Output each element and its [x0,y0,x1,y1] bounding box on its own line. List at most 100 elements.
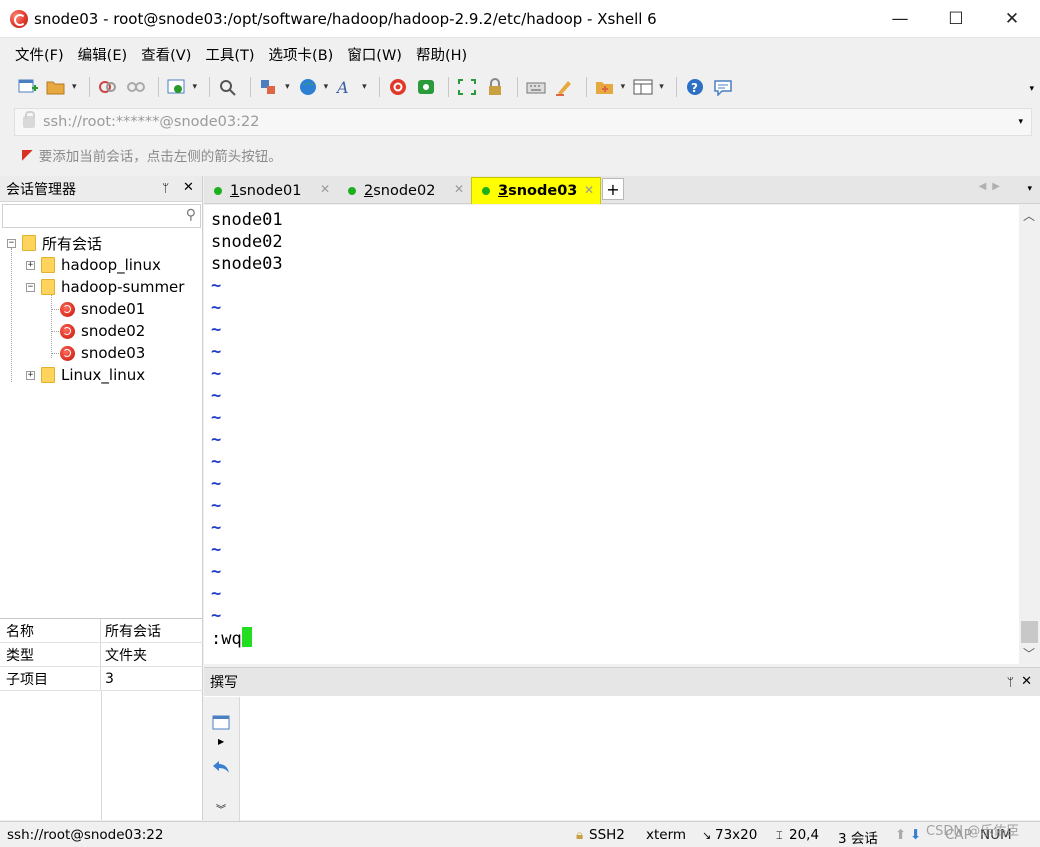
layout-dropdown-icon[interactable]: ▾ [659,82,664,92]
font-dropdown-icon[interactable]: ▾ [362,82,367,92]
more-options-icon[interactable]: ︾ [216,801,226,816]
new-session-icon[interactable] [16,75,40,99]
add-session-arrow-icon[interactable]: ◤ [22,147,33,163]
download-arrow-icon: ⬇ [910,827,922,843]
session-search-input[interactable]: ⚲ [2,204,201,228]
tab-snode02[interactable]: 2 snode02 ✕ [338,177,470,204]
table-row: 子项目 3 [0,667,203,691]
tab-label: snode03 [508,183,578,199]
open-folder-icon[interactable] [44,75,68,99]
properties-icon[interactable] [165,75,189,99]
session-manager-header: 会话管理器 ᛘ ✕ [0,176,202,202]
transfer-dropdown-icon[interactable]: ▾ [285,82,290,92]
table-row: 类型 文件夹 [0,643,203,667]
reconnect-icon[interactable] [96,75,120,99]
toolbar-separator [516,77,518,97]
tab-snode01[interactable]: 1 snode01 ✕ [204,177,336,204]
tab-list-dropdown-icon[interactable]: ▾ [1027,184,1032,194]
address-input[interactable]: ssh://root:******@snode03:22 [43,114,259,130]
status-bar: ssh://root@snode03:22 🔒︎ SSH2 xterm ↘ 73… [0,821,1040,847]
disconnect-icon[interactable] [124,75,148,99]
globe-icon[interactable] [296,75,320,99]
close-icon[interactable]: ✕ [183,180,194,195]
pin-icon[interactable]: ᛘ [1007,675,1014,689]
folder-icon [41,257,55,273]
tree-item-snode01[interactable]: snode01 [0,298,203,320]
menu-edit[interactable]: 编辑(E) [71,44,134,65]
menu-tools[interactable]: 工具(T) [198,44,261,65]
tree-item-hadoop-linux[interactable]: + hadoop_linux [0,254,203,276]
toolbar-overflow-icon[interactable]: ▾ [1029,84,1034,94]
layout-icon[interactable] [631,75,655,99]
toolbar-separator [88,77,90,97]
svg-text:?: ? [691,81,698,95]
tree-item-snode03[interactable]: snode03 [0,342,203,364]
new-folder-dropdown-icon[interactable]: ▾ [621,82,626,92]
vim-empty-line-tilde: ~ [211,474,222,494]
scroll-up-icon[interactable]: ︿ [1023,207,1035,224]
tree-item-snode02[interactable]: snode02 [0,320,203,342]
collapse-icon[interactable]: − [26,282,35,292]
expand-arrow-icon[interactable]: ▶ [218,737,224,746]
menu-window[interactable]: 窗口(W) [340,44,409,65]
terminal-line: snode01 [211,210,283,230]
compose-window-icon[interactable] [212,715,230,731]
tree-item-all-sessions[interactable]: − 所有会话 [0,232,203,254]
tab-close-icon[interactable]: ✕ [584,183,594,197]
globe-dropdown-icon[interactable]: ▾ [324,82,329,92]
keyboard-icon[interactable] [524,75,548,99]
menu-tabs[interactable]: 选项卡(B) [262,44,341,65]
search-icon[interactable]: ⚲ [186,207,196,223]
menu-help[interactable]: 帮助(H) [409,44,474,65]
minimize-button[interactable]: — [872,0,928,38]
tree-item-linux-linux[interactable]: + Linux_linux [0,364,203,386]
terminal-scrollbar[interactable]: ︿ ﹀ [1019,205,1040,664]
address-dropdown-icon[interactable]: ▾ [1018,117,1023,127]
properties-dropdown-icon[interactable]: ▾ [193,82,198,92]
expand-icon[interactable]: + [26,370,35,380]
pin-icon[interactable]: ᛘ [162,181,169,195]
address-bar[interactable]: ssh://root:******@snode03:22 ▾ [14,108,1032,136]
close-button[interactable]: ✕ [984,0,1040,38]
tab-scroll-icon[interactable]: ◀▶ [979,181,1006,192]
font-icon[interactable]: A [334,75,358,99]
vim-empty-line-tilde: ~ [211,606,222,626]
compose-input[interactable] [241,697,1040,820]
help-icon[interactable]: ? [683,75,707,99]
transfer-icon[interactable] [257,75,281,99]
expand-icon[interactable]: + [26,260,35,270]
vim-empty-line-tilde: ~ [211,584,222,604]
scrollbar-thumb[interactable] [1021,621,1038,643]
open-dropdown-icon[interactable]: ▾ [72,82,77,92]
send-icon[interactable] [212,759,230,775]
collapse-icon[interactable]: − [7,238,16,248]
tree-item-hadoop-summer[interactable]: − hadoop-summer [0,276,203,298]
menu-file[interactable]: 文件(F) [8,44,71,65]
toolbar-separator [585,77,587,97]
find-icon[interactable] [216,75,240,99]
tree-item-label: snode03 [81,344,146,362]
fullscreen-icon[interactable] [455,75,479,99]
add-tab-button[interactable]: + [602,178,624,200]
tab-label: snode01 [239,182,302,199]
highlight-icon[interactable] [552,75,576,99]
chat-icon[interactable] [711,75,735,99]
new-folder-icon[interactable] [593,75,617,99]
tab-number: 1 [230,182,240,199]
close-icon[interactable]: ✕ [1021,674,1032,689]
tab-snode03[interactable]: 3 snode03 ✕ [471,177,601,204]
menu-view[interactable]: 查看(V) [134,44,198,65]
terminal-command-line: :wq [211,627,252,649]
vim-empty-line-tilde: ~ [211,562,222,582]
tree-connector [51,331,59,332]
tree-item-label: hadoop-summer [61,278,185,296]
xshell-icon[interactable] [386,75,410,99]
tab-close-icon[interactable]: ✕ [454,182,464,196]
maximize-button[interactable]: ☐ [928,0,984,38]
terminal-output[interactable]: snode01 snode02 snode03 :wq ~ ~ ~ ~ ~ ~ ~ ~ ~ ~ ~ ~… [204,205,1019,664]
lock-icon[interactable] [483,75,507,99]
tab-number: 3 [498,183,509,199]
scroll-down-icon[interactable]: ﹀ [1023,645,1035,662]
xftp-icon[interactable] [414,75,438,99]
tab-close-icon[interactable]: ✕ [320,182,330,196]
